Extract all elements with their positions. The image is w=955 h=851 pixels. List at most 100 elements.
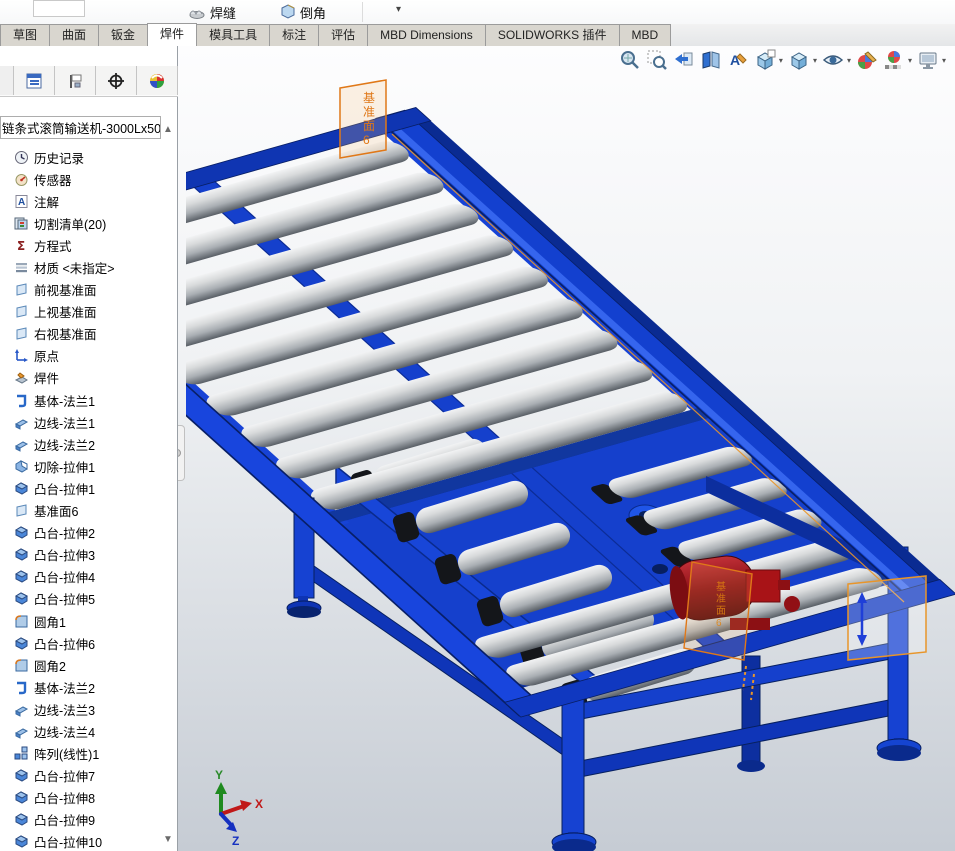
tree-item[interactable]: 凸台-拉伸7 xyxy=(0,765,176,787)
tree-item[interactable]: 基体-法兰2 xyxy=(0,676,176,698)
boss-extrude-icon xyxy=(14,525,29,540)
view-orientation-icon-caret[interactable]: ▾ xyxy=(779,56,783,65)
toolbar-overflow-caret[interactable]: ▾ xyxy=(396,4,401,15)
view-settings-icon-caret[interactable]: ▾ xyxy=(942,56,946,65)
tab-5[interactable]: 模具工具 xyxy=(196,24,270,46)
display-style-icon[interactable] xyxy=(787,48,811,72)
tree-scroll-down-arrow[interactable]: ▼ xyxy=(160,832,176,846)
svg-text:A: A xyxy=(730,52,740,68)
tree-item[interactable]: 历史记录 xyxy=(0,146,176,168)
dimxpert-manager-tab[interactable] xyxy=(96,66,137,95)
tree-item[interactable]: 前视基准面 xyxy=(0,279,176,301)
tree-item-label: 圆角1 xyxy=(34,612,66,631)
3d-model-conveyor[interactable]: 基准面6 基准面6 Y X Z xyxy=(186,46,955,851)
tree-item[interactable]: 凸台-拉伸2 xyxy=(0,522,176,544)
tree-item-label: 切除-拉伸1 xyxy=(34,457,95,476)
tree-item-label: 凸台-拉伸5 xyxy=(34,589,95,608)
tree-item-label: 边线-法兰2 xyxy=(34,435,95,454)
tab-8[interactable]: MBD Dimensions xyxy=(367,24,486,46)
svg-text:Σ: Σ xyxy=(17,239,25,253)
panel-splitter-handle[interactable] xyxy=(178,425,185,481)
tree-item[interactable]: 凸台-拉伸8 xyxy=(0,787,176,809)
previous-view-icon[interactable] xyxy=(672,48,696,72)
view-orientation-icon[interactable] xyxy=(753,48,777,72)
manager-tab-overflow[interactable] xyxy=(0,66,14,95)
tree-item-label: 基体-法兰2 xyxy=(34,678,95,697)
history-icon xyxy=(14,150,29,165)
configuration-manager-tab[interactable] xyxy=(55,66,96,95)
tree-item[interactable]: 凸台-拉伸10 xyxy=(0,831,176,851)
tree-item[interactable]: 边线-法兰3 xyxy=(0,698,176,720)
tree-item-label: 传感器 xyxy=(34,170,72,189)
tree-item-label: 凸台-拉伸9 xyxy=(34,810,95,829)
tree-item-label: 边线-法兰4 xyxy=(34,722,95,741)
tab-2[interactable]: 曲面 xyxy=(49,24,99,46)
tab-4[interactable]: 焊件 xyxy=(147,23,197,46)
command-manager-tabs: 草图曲面钣金焊件模具工具标注评估MBD DimensionsSOLIDWORKS… xyxy=(0,24,955,47)
tree-item[interactable]: A注解 xyxy=(0,190,176,212)
weld-bead-button[interactable]: 焊缝 xyxy=(182,1,242,23)
hide-show-items-icon[interactable] xyxy=(821,48,845,72)
tree-item[interactable]: 基体-法兰1 xyxy=(0,389,176,411)
tab-6[interactable]: 标注 xyxy=(269,24,319,46)
chamfer-button[interactable]: 倒角 xyxy=(272,1,332,23)
annotation-visibility-icon[interactable]: A xyxy=(726,48,750,72)
zoom-to-fit-icon[interactable] xyxy=(618,48,642,72)
tree-item[interactable]: Σ方程式 xyxy=(0,234,176,256)
tree-item[interactable]: 基准面6 xyxy=(0,500,176,522)
display-style-icon-caret[interactable]: ▾ xyxy=(813,56,817,65)
tree-item[interactable]: 边线-法兰2 xyxy=(0,433,176,455)
tree-item[interactable]: 边线-法兰4 xyxy=(0,720,176,742)
section-view-icon[interactable] xyxy=(699,48,723,72)
tree-item[interactable]: 凸台-拉伸6 xyxy=(0,632,176,654)
apply-scene-icon-caret[interactable]: ▾ xyxy=(908,56,912,65)
tree-item[interactable]: 上视基准面 xyxy=(0,301,176,323)
tree-item[interactable]: 切割清单(20) xyxy=(0,212,176,234)
edge-flange-icon xyxy=(14,437,29,452)
zoom-to-area-icon[interactable] xyxy=(645,48,669,72)
edit-appearance-icon[interactable] xyxy=(855,48,879,72)
tree-item[interactable]: 凸台-拉伸4 xyxy=(0,566,176,588)
tree-item[interactable]: 材质 <未指定> xyxy=(0,256,176,278)
tab-10[interactable]: MBD xyxy=(619,24,672,46)
tree-item[interactable]: 凸台-拉伸3 xyxy=(0,544,176,566)
tree-item[interactable]: 圆角1 xyxy=(0,610,176,632)
svg-text:A: A xyxy=(18,197,25,208)
feature-tree: 历史记录传感器A注解切割清单(20)Σ方程式材质 <未指定> 前视基准面上视基准面… xyxy=(0,146,176,851)
tree-item[interactable]: 切除-拉伸1 xyxy=(0,455,176,477)
tree-item-label: 凸台-拉伸6 xyxy=(34,634,95,653)
boss-extrude-icon xyxy=(14,547,29,562)
tree-scroll-up-arrow[interactable]: ▲ xyxy=(160,122,176,136)
tree-item-label: 前视基准面 xyxy=(34,280,97,299)
tree-item[interactable]: 凸台-拉伸1 xyxy=(0,477,176,499)
tree-item[interactable]: 原点 xyxy=(0,345,176,367)
tab-9[interactable]: SOLIDWORKS 插件 xyxy=(485,24,620,46)
tab-1[interactable]: 草图 xyxy=(0,24,50,46)
tree-item[interactable]: 边线-法兰1 xyxy=(0,411,176,433)
graphics-area[interactable]: A ▾ ▾ ▾ ▾ ▾ xyxy=(178,46,955,851)
tree-item[interactable]: 凸台-拉伸5 xyxy=(0,588,176,610)
display-manager-tab[interactable] xyxy=(137,66,178,95)
tree-item[interactable]: 传感器 xyxy=(0,168,176,190)
tab-3[interactable]: 钣金 xyxy=(98,24,148,46)
tree-item-label: 焊件 xyxy=(34,368,59,387)
tree-item[interactable]: 圆角2 xyxy=(0,654,176,676)
tree-item[interactable]: 阵列(线性)1 xyxy=(0,743,176,765)
tree-item[interactable]: 凸台-拉伸9 xyxy=(0,809,176,831)
feature-manager-tab[interactable] xyxy=(14,66,55,95)
sprocket xyxy=(784,596,800,612)
tree-root-row[interactable]: 链条式滚筒输送机-3000Lx500H xyxy=(0,116,161,139)
view-settings-icon[interactable] xyxy=(916,48,940,72)
tree-item-label: 凸台-拉伸10 xyxy=(34,832,102,851)
tab-7[interactable]: 评估 xyxy=(318,24,368,46)
manager-tab-bar xyxy=(0,66,178,97)
tree-item-label: 基体-法兰1 xyxy=(34,391,95,410)
boss-extrude-icon xyxy=(14,481,29,496)
apply-scene-icon[interactable] xyxy=(882,48,906,72)
tree-item[interactable]: 右视基准面 xyxy=(0,323,176,345)
solidworks-window: 焊缝 倒角 ▾ 草图曲面钣金焊件模具工具标注评估MBD DimensionsSO… xyxy=(0,0,955,851)
origin-icon xyxy=(14,348,29,363)
tree-item-label: 原点 xyxy=(34,346,59,365)
hide-show-items-icon-caret[interactable]: ▾ xyxy=(847,56,851,65)
tree-item[interactable]: 焊件 xyxy=(0,367,176,389)
